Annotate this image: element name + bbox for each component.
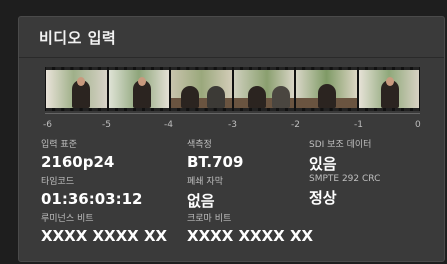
colorimetry-label: 색측정 — [187, 140, 212, 150]
tick-label: -5 — [102, 120, 111, 130]
timecode-field: 타임코드 01:36:03:12 — [41, 174, 143, 208]
sdi-aux-value: 있음 — [309, 155, 337, 173]
luminance-bits-field: 루미넌스 비트 XXXX XXXX XX — [41, 211, 167, 245]
timecode-label: 타임코드 — [41, 177, 75, 187]
chroma-bits-label: 크로마 비트 — [187, 214, 232, 224]
tick-label: -4 — [164, 120, 173, 130]
timecode-value: 01:36:03:12 — [41, 190, 143, 208]
video-thumbnail-strip — [45, 67, 420, 111]
colorimetry-value: BT.709 — [187, 153, 244, 171]
closed-captions-value: 없음 — [187, 192, 215, 210]
luminance-bits-value: XXXX XXXX XX — [41, 227, 168, 245]
timeline-ruler — [45, 113, 420, 120]
smpte-crc-label: SMPTE 292 CRC — [309, 174, 381, 184]
luminance-bits-label: 루미넌스 비트 — [41, 214, 94, 224]
timeline-tick-labels: -6 -5 -4 -3 -2 -1 0 — [43, 120, 427, 132]
thumbnail-frame — [46, 67, 107, 111]
thumbnail-frame — [233, 67, 294, 111]
sdi-aux-field: SDI 보조 데이터 있음 — [309, 137, 371, 174]
input-standard-label: 입력 표준 — [41, 140, 77, 150]
thumbnail-frame — [171, 67, 232, 111]
colorimetry-field: 색측정 BT.709 — [187, 137, 243, 171]
chroma-bits-field: 크로마 비트 XXXX XXXX XX — [187, 211, 313, 245]
thumbnail-frame — [108, 67, 169, 111]
video-input-panel: 비디오 입력 -6 -5 -4 -3 -2 -1 0 입력 표준 2160p24… — [18, 16, 445, 262]
tick-label: -3 — [228, 120, 237, 130]
smpte-crc-value: 정상 — [309, 189, 337, 207]
thumbnail-frame — [296, 67, 357, 111]
sdi-aux-label: SDI 보조 데이터 — [309, 140, 372, 150]
chroma-bits-value: XXXX XXXX XX — [187, 227, 314, 245]
thumbnail-frame — [358, 67, 419, 111]
tick-label: 0 — [415, 120, 421, 130]
closed-captions-label: 폐쇄 자막 — [187, 177, 223, 187]
title-divider — [19, 57, 444, 58]
panel-title: 비디오 입력 — [39, 29, 117, 47]
tick-label: -2 — [291, 120, 300, 130]
input-standard-field: 입력 표준 2160p24 — [41, 137, 114, 171]
closed-captions-field: 폐쇄 자막 없음 — [187, 174, 223, 211]
smpte-crc-field: SMPTE 292 CRC 정상 — [309, 174, 380, 208]
input-standard-value: 2160p24 — [41, 153, 115, 171]
tick-label: -6 — [43, 120, 52, 130]
tick-label: -1 — [354, 120, 363, 130]
